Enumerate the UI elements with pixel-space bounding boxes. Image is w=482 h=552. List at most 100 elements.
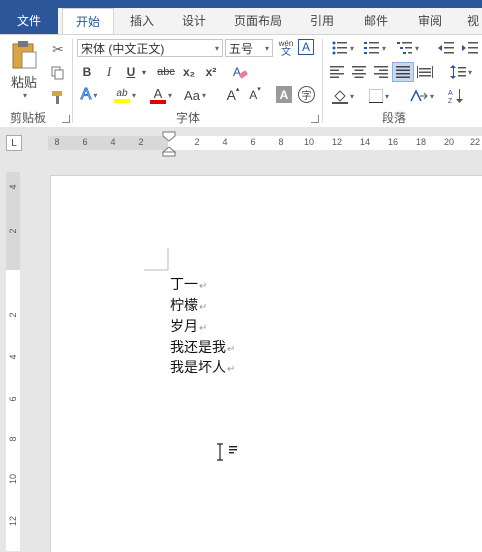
vruler-number: 6	[8, 396, 18, 402]
chevron-down-icon: ▾	[414, 43, 419, 53]
tab-selector-button[interactable]: L	[6, 135, 22, 151]
multilevel-list-button[interactable]: ▾	[394, 39, 422, 57]
tab-file[interactable]: 文件	[0, 8, 58, 34]
change-case-button[interactable]: Aa ▾	[180, 85, 210, 105]
italic-button[interactable]: I	[100, 63, 118, 81]
align-right-button[interactable]	[372, 63, 390, 81]
font-family-combo[interactable]: 宋体 (中文正文) ▾	[77, 39, 223, 57]
ruler-number: 8	[278, 137, 284, 147]
tab-insert[interactable]: 插入	[124, 8, 160, 34]
justify-button[interactable]	[392, 62, 414, 82]
distributed-button[interactable]	[416, 63, 434, 81]
numbering-button[interactable]: ▾	[362, 39, 388, 57]
svg-text:A: A	[233, 65, 241, 79]
align-right-icon	[374, 66, 388, 78]
sort-button[interactable]: AZ	[446, 86, 466, 106]
strikethrough-button[interactable]: abc	[154, 63, 178, 81]
tab-mailings[interactable]: 邮件	[358, 8, 394, 34]
font-color-bar	[149, 99, 166, 104]
tab-view[interactable]: 视	[464, 8, 482, 34]
line-text: 我还是我	[170, 340, 226, 356]
group-separator	[322, 39, 323, 123]
ribbon: 粘贴 ▾ ✂ 剪贴板 宋体 (中文正文) ▾ 五号 ▾ wén 文 A B I U …	[0, 34, 482, 128]
highlight-color-bar	[113, 98, 130, 103]
phonetic-bottom: 文	[281, 47, 291, 58]
ruler-number: 20	[443, 137, 454, 147]
sort-az-icon: AZ	[448, 89, 463, 104]
enclose-characters-button[interactable]: 字	[298, 86, 315, 103]
chevron-down-icon: ▾	[384, 91, 389, 101]
chevron-down-icon: ▾	[22, 91, 27, 100]
text-effects-button[interactable]: A ▾	[78, 85, 100, 105]
line-text: 丁一	[170, 277, 198, 293]
font-size-combo[interactable]: 五号 ▾	[225, 39, 273, 57]
chevron-down-icon: ▾	[381, 43, 386, 53]
distributed-icon	[417, 66, 433, 78]
copy-button[interactable]	[48, 63, 68, 83]
decrease-indent-button[interactable]	[436, 39, 456, 57]
shading-button[interactable]: ▾	[328, 86, 358, 106]
document-line[interactable]: 丁一↵	[170, 274, 207, 294]
cut-button[interactable]: ✂	[48, 39, 68, 59]
font-group-label: 字体	[176, 111, 201, 125]
justify-icon	[396, 66, 410, 78]
paragraph-mark: ↵	[199, 281, 208, 292]
shrink-font-button[interactable]: A ▾	[246, 85, 264, 105]
line-text: 柠檬	[170, 298, 198, 314]
document-line[interactable]: 柠檬↵	[170, 295, 207, 315]
numbered-list-icon	[363, 42, 379, 54]
document-line[interactable]: 我还是我↵	[170, 337, 235, 357]
borders-button[interactable]: ▾	[364, 86, 394, 106]
increase-indent-button[interactable]	[460, 39, 480, 57]
underline-dropdown-icon[interactable]: ▾	[140, 63, 148, 81]
increase-indent-icon	[462, 42, 478, 54]
format-painter-button[interactable]	[48, 87, 68, 107]
change-case-label: Aa	[184, 87, 200, 103]
ruler-number: 10	[303, 137, 314, 147]
chinese-layout-button[interactable]: ▾	[408, 86, 436, 106]
chevron-down-icon: ▾	[349, 43, 354, 53]
multilevel-list-icon	[396, 42, 412, 54]
paragraph-mark: ↵	[227, 364, 236, 375]
svg-text:Z: Z	[448, 98, 453, 104]
character-border-button[interactable]: A	[298, 39, 314, 55]
bold-button[interactable]: B	[78, 63, 96, 81]
line-text: 岁月	[170, 319, 198, 335]
underline-button[interactable]: U	[122, 63, 140, 81]
font-color-button[interactable]: A ▾	[146, 85, 176, 105]
paste-button[interactable]: 粘贴 ▾	[6, 39, 42, 101]
subscript-button[interactable]: x₂	[180, 63, 198, 81]
copy-icon	[51, 66, 64, 80]
align-left-button[interactable]	[328, 63, 346, 81]
line-spacing-button[interactable]: ▾	[446, 63, 476, 81]
grow-font-button[interactable]: A ▴	[224, 85, 242, 105]
align-center-icon	[352, 66, 366, 78]
tab-home[interactable]: 开始	[62, 8, 114, 36]
clipboard-launcher-icon[interactable]	[62, 115, 70, 123]
document-page[interactable]	[50, 175, 482, 552]
tab-references[interactable]: 引用	[304, 8, 340, 34]
paste-icon	[12, 41, 37, 69]
align-center-button[interactable]	[350, 63, 368, 81]
chevron-down-icon: ▾	[201, 90, 206, 100]
highlight-letters: ab	[116, 87, 128, 99]
ruler-number: 14	[359, 137, 370, 147]
font-launcher-icon[interactable]	[311, 115, 319, 123]
clear-formatting-button[interactable]: A	[230, 63, 250, 81]
title-bar	[0, 0, 482, 8]
font-color-icon: A	[149, 87, 166, 104]
tab-design[interactable]: 设计	[176, 8, 212, 34]
tab-review[interactable]: 审阅	[412, 8, 448, 34]
chevron-down-icon: ▾	[467, 67, 472, 77]
phonetic-guide-button[interactable]: wén 文	[276, 38, 296, 58]
bullets-button[interactable]: ▾	[330, 39, 356, 57]
character-shading-button[interactable]: A	[276, 86, 292, 103]
font-family-value: 宋体 (中文正文)	[81, 42, 165, 56]
chevron-down-icon: ▾	[349, 91, 354, 101]
document-line[interactable]: 岁月↵	[170, 316, 207, 336]
indent-marker-icon[interactable]	[162, 131, 176, 157]
highlight-button[interactable]: ab ▾	[110, 85, 140, 105]
superscript-button[interactable]: x²	[202, 63, 220, 81]
tab-page-layout[interactable]: 页面布局	[228, 8, 288, 34]
document-line[interactable]: 我是坏人↵	[170, 357, 235, 377]
